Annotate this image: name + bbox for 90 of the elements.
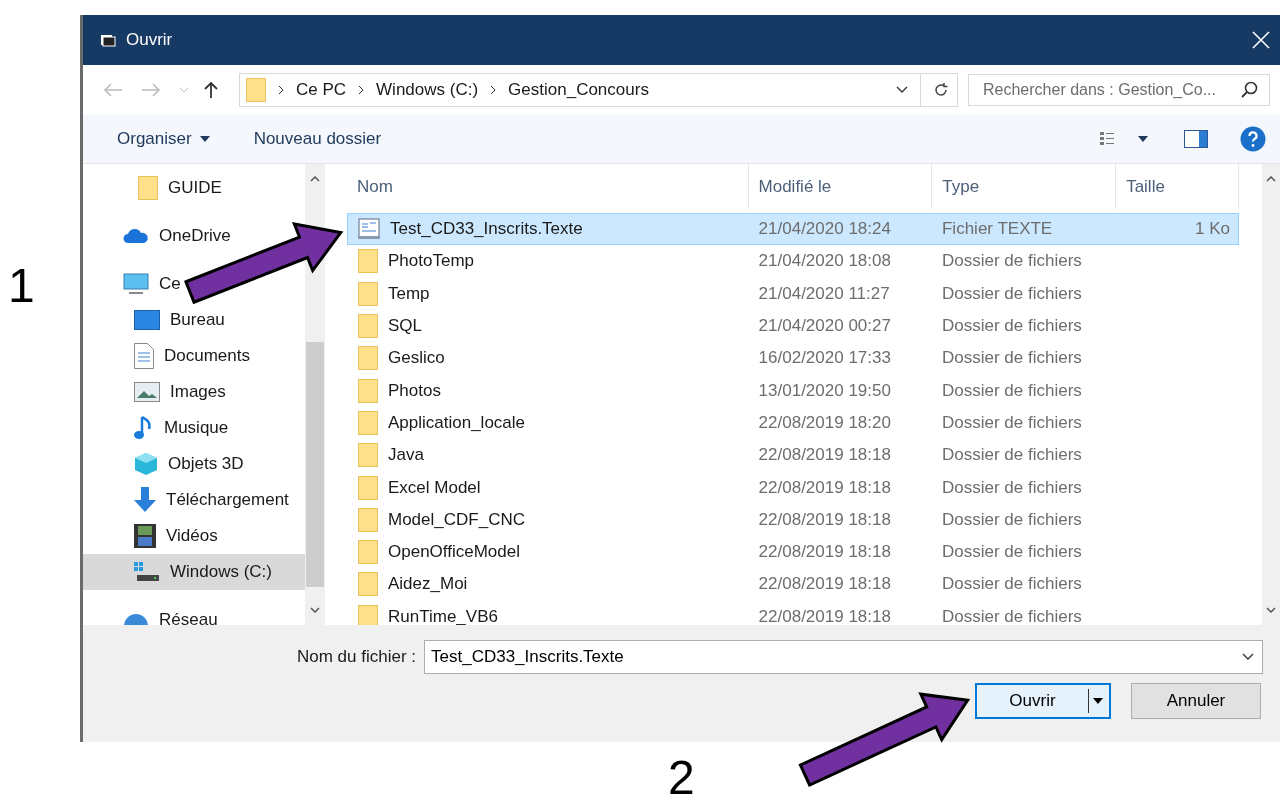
cancel-button[interactable]: Annuler [1131,683,1261,719]
organize-button[interactable]: Organiser [113,125,214,153]
caret-icon[interactable] [1138,136,1148,142]
chevron-right-icon [490,85,497,95]
scroll-down-icon[interactable] [1266,607,1276,613]
document-icon [134,343,154,369]
nav-item[interactable]: Windows (C:) [83,554,305,590]
file-row[interactable]: Model_CDF_CNC 22/08/2019 18:18 Dossier de fichiers [347,503,1239,536]
column-header[interactable]: Nom [347,164,749,209]
preview-pane-icon[interactable] [1184,130,1208,148]
column-header[interactable]: Modifié le [748,164,933,209]
drive-icon [134,562,160,582]
file-row[interactable]: OpenOfficeModel 22/08/2019 18:18 Dossier de fichiers [347,535,1239,569]
file-name-field[interactable]: Test_CD33_Inscrits.Texte [424,640,1263,674]
refresh-icon[interactable] [933,82,949,98]
search-icon [1241,81,1259,99]
image-icon [134,382,160,402]
folder-icon [358,249,378,274]
file-row[interactable]: PhotoTemp 21/04/2020 18:08 Dossier de fichiers [347,245,1239,278]
desktop-icon [134,310,160,330]
folder-icon [358,314,378,339]
monitor-icon [123,273,149,295]
nav-item[interactable]: Musique [83,410,235,446]
file-row[interactable]: SQL 21/04/2020 00:27 Dossier de fichiers [347,309,1239,343]
folder-icon [358,346,378,371]
nav-item[interactable]: GUIDE [83,170,228,206]
search-field[interactable]: Rechercher dans : Gestion_Co... [968,74,1270,106]
folder-icon [358,410,378,435]
file-row[interactable]: Test_CD33_Inscrits.Texte 21/04/2020 18:24 Fichier TEXTE 1 Ko [347,213,1239,246]
step-number: 1 [8,262,35,310]
column-header[interactable]: Type [932,164,1117,209]
nav-item[interactable]: Documents [83,338,256,374]
nav-item[interactable]: Bureau [83,302,231,338]
film-icon [134,524,156,548]
chevron-down-icon[interactable] [896,86,908,94]
folder-icon [358,604,378,625]
nav-item[interactable]: Téléchargement [83,482,295,518]
cloud-icon [123,228,149,244]
address-bar[interactable]: Ce PC Windows (C:) Gestion_Concours [239,73,958,107]
scrollbar[interactable] [305,164,325,625]
file-row[interactable]: Temp 21/04/2020 11:27 Dossier de fichiers [347,277,1239,310]
scroll-down-icon[interactable] [310,607,320,613]
folder-icon [246,78,266,102]
folder-icon [358,507,378,532]
scroll-up-icon[interactable] [1266,176,1276,182]
nav-item[interactable]: Objets 3D [83,446,250,482]
file-row[interactable]: Excel Model 22/08/2019 18:18 Dossier de fichiers [347,471,1239,504]
column-header[interactable]: Taille [1116,164,1239,209]
window-icon [100,33,116,47]
file-name-label: Nom du fichier : [295,647,416,667]
nav-item[interactable]: Vidéos [83,518,224,554]
file-row[interactable]: Geslico 16/02/2020 17:33 Dossier de fichiers [347,342,1239,375]
nav-item[interactable]: Réseau [83,602,224,625]
folder-icon [358,378,378,403]
scrollbar[interactable] [1262,164,1280,625]
chevron-down-icon[interactable] [1242,653,1254,661]
open-button[interactable]: Ouvrir [975,683,1111,719]
scroll-up-icon[interactable] [310,176,320,182]
file-row[interactable]: Photos 13/01/2020 19:50 Dossier de fichiers [347,374,1239,407]
folder-icon [358,475,378,500]
network-icon [123,614,149,625]
caret-icon [199,136,210,142]
close-icon[interactable] [1252,31,1270,49]
new-folder-button[interactable]: Nouveau dossier [249,125,386,153]
music-note-icon [134,415,154,441]
folder-icon [138,176,158,200]
up-arrow-icon[interactable] [203,81,219,99]
help-icon[interactable] [1240,126,1266,152]
file-row[interactable]: Aidez_Moi 22/08/2019 18:18 Dossier de fichiers [347,568,1239,601]
folder-icon [358,540,378,565]
window-title: Ouvrir [126,30,174,50]
file-row[interactable]: RunTime_VB6 22/08/2019 18:18 Dossier de fichiers [347,600,1239,625]
folder-icon [358,281,378,306]
nav-item[interactable]: OneDrive [83,218,237,254]
step-number: 2 [668,754,695,799]
file-row[interactable]: Application_locale 22/08/2019 18:20 Dossier de fichiers [347,406,1239,440]
download-arrow-icon [134,487,156,513]
folder-icon [358,572,378,597]
breadcrumb[interactable]: Gestion_Concours [508,80,649,100]
breadcrumb[interactable]: Ce PC [296,80,347,100]
nav-item[interactable]: Images [83,374,232,410]
nav-item[interactable]: Ce [83,266,187,302]
caret-icon [1093,698,1103,704]
text-file-icon [358,218,380,241]
chevron-right-icon [358,85,365,95]
cube-icon [134,452,158,476]
breadcrumb[interactable]: Windows (C:) [376,80,479,100]
file-row[interactable]: Java 22/08/2019 18:18 Dossier de fichiers [347,439,1239,472]
folder-icon [358,443,378,468]
chevron-right-icon [278,85,284,95]
